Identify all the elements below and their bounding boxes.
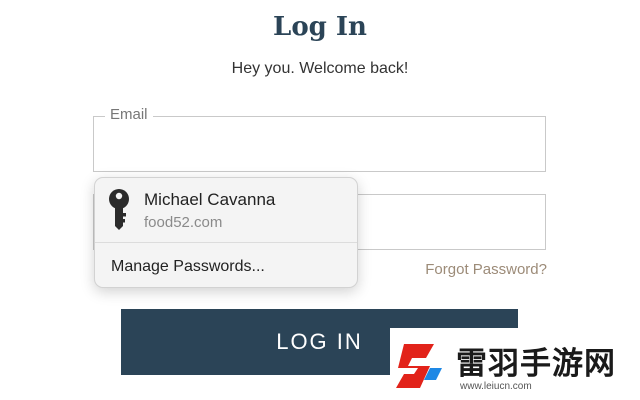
page-title: Log In — [273, 12, 367, 42]
email-input[interactable] — [94, 117, 545, 171]
key-icon — [109, 189, 129, 230]
email-field[interactable]: Email — [93, 106, 546, 172]
saved-login-name: Michael Cavanna — [144, 190, 276, 209]
manage-passwords-label: Manage Passwords... — [111, 258, 265, 275]
watermark-url: www.leiucn.com — [460, 381, 532, 392]
manage-passwords-item[interactable]: Manage Passwords... — [95, 243, 357, 287]
saved-login-site: food52.com — [144, 214, 223, 231]
forgot-password-link[interactable]: Forgot Password? — [425, 261, 547, 278]
autofill-popup: Michael Cavanna food52.com Manage Passwo… — [94, 177, 358, 288]
watermark: 雷羽手游网 www.leiucn.com — [390, 328, 640, 400]
watermark-logo-icon — [396, 344, 442, 388]
saved-login-entry[interactable]: Michael Cavanna food52.com — [95, 178, 357, 242]
watermark-text: 雷羽手游网 — [456, 346, 616, 381]
page-subtitle: Hey you. Welcome back! — [231, 60, 409, 77]
